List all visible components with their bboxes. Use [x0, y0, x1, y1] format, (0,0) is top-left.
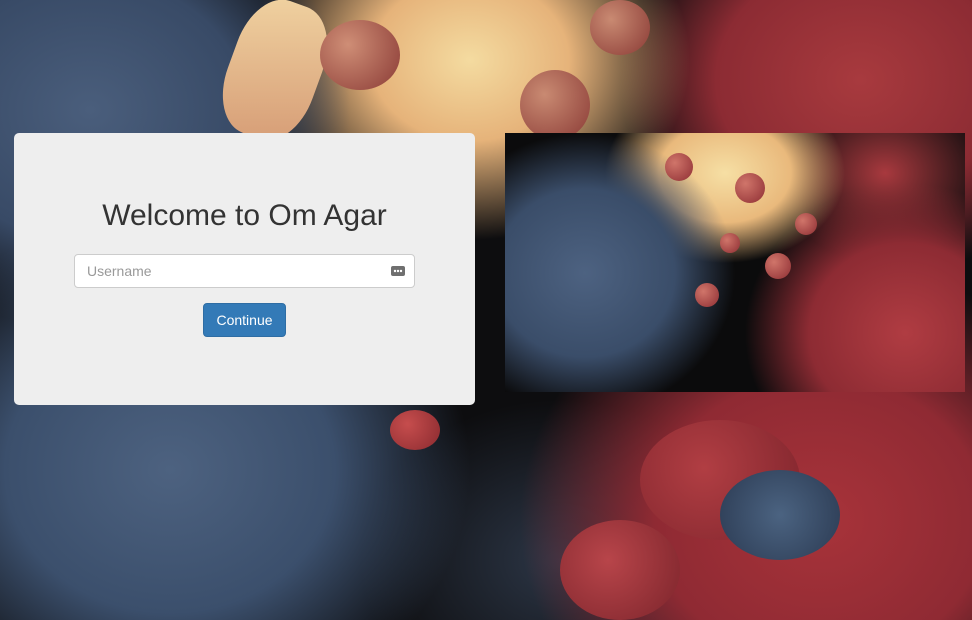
artwork-shape [720, 470, 840, 560]
artwork-shape [390, 410, 440, 450]
keychain-autofill-icon[interactable] [390, 263, 406, 279]
artwork-shape [695, 283, 719, 307]
preview-image [505, 133, 965, 392]
artwork-shape [520, 70, 590, 140]
artwork-shape [735, 173, 765, 203]
artwork-shape [208, 0, 342, 152]
username-input[interactable] [75, 255, 414, 287]
username-field-wrapper [74, 254, 415, 288]
artwork-shape [720, 233, 740, 253]
artwork-shape [320, 20, 400, 90]
artwork-shape [665, 153, 693, 181]
welcome-title: Welcome to Om Agar [102, 199, 387, 232]
artwork-shape [765, 253, 791, 279]
artwork-shape [795, 213, 817, 235]
login-card: Welcome to Om Agar Continue [14, 133, 475, 405]
continue-button[interactable]: Continue [203, 303, 286, 337]
artwork-shape [560, 520, 680, 620]
artwork-shape [590, 0, 650, 55]
